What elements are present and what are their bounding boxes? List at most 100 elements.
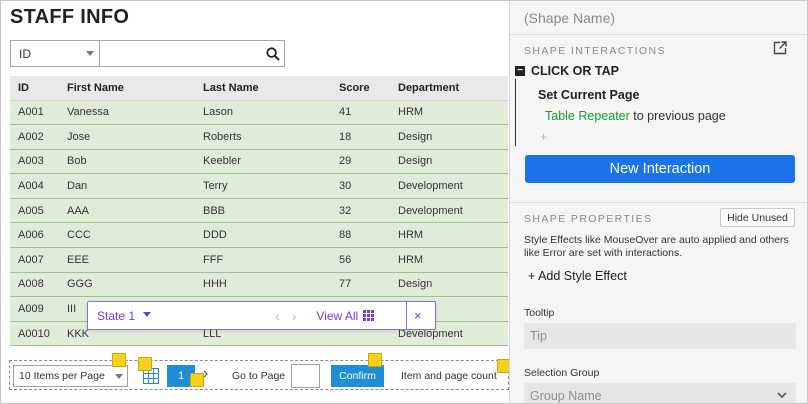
tooltip-placeholder: Tip bbox=[530, 329, 547, 343]
state-dropdown[interactable]: State 1 bbox=[97, 308, 152, 323]
hide-unused-button[interactable]: Hide Unused bbox=[720, 208, 795, 227]
design-canvas[interactable]: STAFF INFO ID ID First Name Last Name Sc… bbox=[1, 1, 511, 403]
table-cell: Dan bbox=[59, 173, 195, 199]
external-link-icon[interactable] bbox=[773, 41, 787, 55]
divider bbox=[510, 34, 807, 35]
search-bar: ID bbox=[10, 40, 285, 67]
table-cell: HRM bbox=[390, 100, 508, 126]
new-interaction-button[interactable]: New Interaction bbox=[525, 155, 795, 183]
table-cell: 32 bbox=[331, 198, 390, 224]
section-properties-label: SHAPE PROPERTIES bbox=[524, 213, 653, 225]
table-row[interactable]: A007 EEE FFF 56 HRM bbox=[10, 247, 508, 273]
style-effects-help: Style Effects like MouseOver are auto ap… bbox=[524, 234, 789, 259]
close-icon[interactable]: × bbox=[414, 308, 422, 323]
divider bbox=[510, 202, 807, 203]
items-per-page-select[interactable]: 10 Items per Page bbox=[13, 365, 128, 387]
table-cell: Terry bbox=[195, 173, 331, 199]
table-cell: A005 bbox=[10, 198, 59, 224]
goto-page-label: Go to Page bbox=[232, 370, 286, 382]
search-icon bbox=[265, 46, 280, 61]
table-cell: Vanessa bbox=[59, 100, 195, 126]
lightning-icon: ⚡ bbox=[368, 353, 382, 367]
event-guide-line bbox=[515, 79, 516, 146]
table-cell: Bob bbox=[59, 149, 195, 175]
table-cell: HRM bbox=[390, 222, 508, 249]
column-header[interactable]: Department bbox=[390, 76, 508, 101]
state-label: State 1 bbox=[97, 308, 136, 323]
table-cell: A009 bbox=[10, 296, 59, 322]
pagination-bar: 10 Items per Page 1 › Go to Page Confirm… bbox=[9, 353, 511, 390]
search-input[interactable] bbox=[100, 41, 262, 66]
table-cell: GGG bbox=[59, 272, 195, 298]
action-rest: to previous page bbox=[629, 109, 726, 123]
chevron-right-icon[interactable]: › bbox=[292, 308, 309, 324]
table-row[interactable]: A008 GGG HHH 77 Design bbox=[10, 272, 508, 298]
table-cell: EEE bbox=[59, 247, 195, 273]
table-row[interactable]: A003 Bob Keebler 29 Design bbox=[10, 149, 508, 175]
column-header[interactable]: Score bbox=[331, 76, 390, 101]
table-cell: Design bbox=[390, 149, 508, 175]
action-title[interactable]: Set Current Page bbox=[538, 88, 639, 102]
chevron-down-icon bbox=[777, 392, 787, 399]
view-all-label: View All bbox=[316, 308, 359, 323]
column-header[interactable]: First Name bbox=[59, 76, 195, 101]
grid-view-icon bbox=[363, 310, 375, 321]
table-cell: A003 bbox=[10, 149, 59, 175]
table-row[interactable]: A002 Jose Roberts 18 Design bbox=[10, 124, 508, 150]
table-cell: Lason bbox=[195, 100, 331, 126]
table-cell: A008 bbox=[10, 272, 59, 298]
lightning-icon: ⚡ bbox=[112, 353, 126, 367]
event-click-or-tap[interactable]: − CLICK OR TAP bbox=[515, 64, 619, 78]
table-cell: DDD bbox=[195, 222, 331, 249]
action-description[interactable]: Table Repeater to previous page bbox=[545, 109, 726, 123]
state-nav: ‹› bbox=[275, 308, 308, 324]
tooltip-input[interactable]: Tip bbox=[524, 323, 796, 349]
selection-group-select[interactable]: Group Name bbox=[524, 383, 796, 403]
column-header[interactable]: ID bbox=[10, 76, 59, 101]
items-per-page-label: 10 Items per Page bbox=[19, 370, 105, 382]
table-cell: CCC bbox=[59, 222, 195, 249]
table-cell: A001 bbox=[10, 100, 59, 126]
properties-panel: (Shape Name) SHAPE INTERACTIONS − CLICK … bbox=[509, 1, 807, 403]
table-cell: 88 bbox=[331, 222, 390, 249]
table-row[interactable]: A004 Dan Terry 30 Development bbox=[10, 173, 508, 199]
table-row[interactable]: A001 Vanessa Lason 41 HRM bbox=[10, 100, 508, 126]
table-cell: HRM bbox=[390, 247, 508, 273]
add-action-icon[interactable]: + bbox=[540, 130, 547, 144]
table-cell: 30 bbox=[331, 173, 390, 199]
page-title: STAFF INFO bbox=[10, 6, 130, 28]
search-field-select[interactable]: ID bbox=[11, 41, 101, 66]
table-row[interactable]: A005 AAA BBB 32 Development bbox=[10, 198, 508, 224]
table-cell: 41 bbox=[331, 100, 390, 126]
table-cell: A002 bbox=[10, 124, 59, 150]
add-style-effect-button[interactable]: + Add Style Effect bbox=[528, 269, 627, 283]
table-cell: 77 bbox=[331, 272, 390, 298]
tooltip-label: Tooltip bbox=[524, 307, 555, 319]
selection-group-placeholder: Group Name bbox=[530, 389, 602, 403]
table-cell: HHH bbox=[195, 272, 331, 298]
confirm-button[interactable]: Confirm bbox=[331, 365, 384, 387]
table-cell: Design bbox=[390, 124, 508, 150]
divider bbox=[406, 302, 407, 329]
table-cell: A004 bbox=[10, 173, 59, 199]
section-interactions-label: SHAPE INTERACTIONS bbox=[524, 45, 666, 57]
chevron-left-icon[interactable]: ‹ bbox=[275, 308, 292, 324]
column-header[interactable]: Last Name bbox=[195, 76, 331, 101]
table-cell: A007 bbox=[10, 247, 59, 273]
collapse-icon[interactable]: − bbox=[515, 66, 525, 76]
table-cell: A006 bbox=[10, 222, 59, 249]
view-all-button[interactable]: View All bbox=[316, 308, 375, 323]
table-cell: Roberts bbox=[195, 124, 331, 150]
chevron-down-icon bbox=[143, 312, 152, 317]
table-cell: BBB bbox=[195, 198, 331, 224]
table-cell: 29 bbox=[331, 149, 390, 175]
table-cell: A0010 bbox=[10, 321, 59, 347]
search-field-label: ID bbox=[19, 46, 31, 61]
table-row[interactable]: A006 CCC DDD 88 HRM bbox=[10, 222, 508, 249]
shape-name-field[interactable]: (Shape Name) bbox=[524, 10, 615, 26]
action-target[interactable]: Table Repeater bbox=[545, 109, 630, 123]
search-button[interactable] bbox=[261, 41, 284, 66]
table-header-row: ID First Name Last Name Score Department bbox=[10, 76, 508, 101]
table-cell: Design bbox=[390, 272, 508, 298]
goto-page-input[interactable] bbox=[291, 364, 320, 388]
